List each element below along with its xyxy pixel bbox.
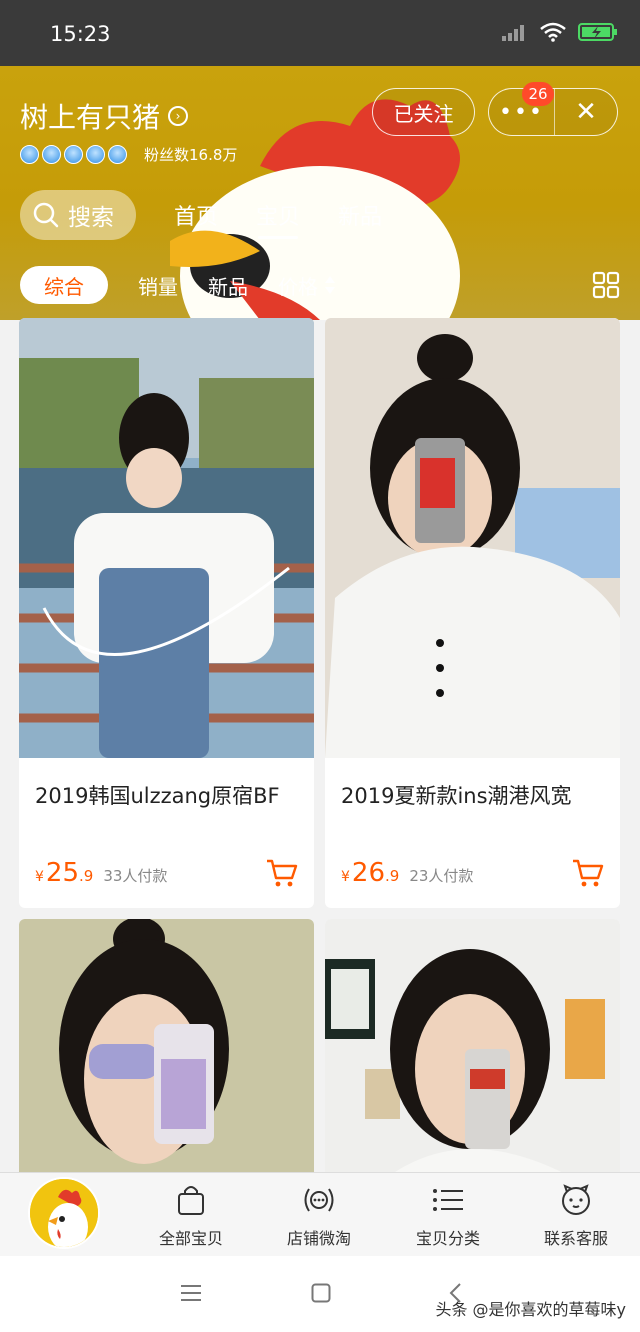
shop-tabbar: 全部宝贝 店铺微淘 宝贝分类 联系客服: [0, 1172, 640, 1256]
price-integer: 25: [45, 858, 80, 888]
tab-all-products[interactable]: 全部宝贝: [131, 1183, 251, 1249]
crown-icon: [20, 145, 39, 164]
sort-price[interactable]: 价格: [278, 271, 336, 300]
cart-icon[interactable]: [266, 858, 298, 888]
status-time: 15:23: [50, 22, 111, 46]
cart-icon[interactable]: [572, 858, 604, 888]
product-title[interactable]: 2019夏新款ins潮港风宽: [341, 780, 572, 810]
broadcast-icon: [304, 1188, 334, 1212]
bag-icon: [178, 1186, 204, 1215]
follow-button[interactable]: 已关注: [372, 88, 475, 136]
product-price: ¥ 25 .9 33人付款: [35, 858, 167, 888]
price-decimal: .9: [79, 867, 94, 885]
search-button[interactable]: 搜索: [20, 190, 136, 240]
close-button[interactable]: ✕: [555, 89, 617, 135]
tab-categories[interactable]: 宝贝分类: [388, 1183, 508, 1249]
sort-sales[interactable]: 销量: [138, 271, 178, 300]
fans-count: 粉丝数16.8万: [144, 146, 238, 164]
chevron-right-icon: ›: [168, 106, 189, 126]
watermark: 头条 @是你喜欢的草莓味y: [435, 1300, 626, 1319]
price-decimal: .9: [385, 867, 400, 885]
rooster-logo-icon: [30, 1179, 98, 1247]
notification-badge: 26: [522, 82, 554, 106]
search-icon: [33, 202, 59, 228]
tab-home[interactable]: 首页: [174, 199, 218, 231]
sort-default[interactable]: 综合: [20, 266, 108, 304]
tab-categories-label: 宝贝分类: [415, 1229, 480, 1248]
tab-shop-feed[interactable]: 店铺微淘: [259, 1183, 379, 1249]
status-bar: 15:23: [0, 0, 640, 66]
currency-symbol: ¥: [35, 869, 44, 885]
tab-all-products-label: 全部宝贝: [158, 1229, 223, 1248]
product-photo[interactable]: [325, 318, 620, 758]
product-title[interactable]: 2019韩国ulzzang原宿BF: [35, 780, 280, 810]
product-price: ¥ 26 .9 23人付款: [341, 858, 473, 888]
system-nav-bar: 头条 @是你喜欢的草莓味y: [0, 1256, 640, 1332]
product-photo[interactable]: [19, 919, 314, 1179]
shop-logo[interactable]: [28, 1177, 100, 1249]
home-icon[interactable]: [311, 1283, 331, 1303]
sort-price-label: 价格: [278, 274, 318, 299]
status-icons: [502, 22, 618, 42]
wifi-icon: [540, 22, 566, 42]
chat-face-icon: [562, 1184, 590, 1215]
grid-view-icon[interactable]: [592, 271, 620, 299]
sold-count: 23人付款: [409, 867, 474, 885]
crown-icon: [42, 145, 61, 164]
tab-shop-feed-label: 店铺微淘: [286, 1229, 351, 1248]
tab-customer-service-label: 联系客服: [543, 1229, 608, 1248]
shop-nav: 搜索 首页 宝贝 新品: [20, 190, 382, 240]
close-icon: ✕: [575, 97, 597, 127]
product-photo[interactable]: [19, 318, 314, 758]
sort-new[interactable]: 新品: [208, 271, 248, 300]
sold-count: 33人付款: [103, 867, 168, 885]
shop-rating: 粉丝数16.8万: [20, 144, 237, 165]
shop-name[interactable]: 树上有只猪 ›: [20, 96, 189, 136]
menu-icon[interactable]: [180, 1284, 202, 1302]
currency-symbol: ¥: [341, 869, 350, 885]
tab-products[interactable]: 宝贝: [256, 199, 300, 239]
crown-icon: [108, 145, 127, 164]
tab-new[interactable]: 新品: [338, 199, 382, 231]
product-card[interactable]: [325, 919, 620, 1179]
search-label: 搜索: [68, 205, 114, 231]
product-card[interactable]: 2019韩国ulzzang原宿BF ¥ 25 .9 33人付款: [19, 318, 314, 908]
crown-icon: [64, 145, 83, 164]
battery-icon: [578, 23, 617, 41]
tab-customer-service[interactable]: 联系客服: [516, 1183, 636, 1249]
shop-name-label: 树上有只猪: [20, 101, 161, 134]
product-card[interactable]: 2019夏新款ins潮港风宽 ¥ 26 .9 23人付款: [325, 318, 620, 908]
shop-header: 树上有只猪 › 粉丝数16.8万 已关注 ••• ✕ 26 搜索 首页 宝贝 新…: [0, 66, 640, 320]
sort-filters: 综合 销量 新品 价格: [20, 266, 336, 304]
price-integer: 26: [351, 858, 386, 888]
product-photo[interactable]: [325, 919, 620, 1179]
product-card[interactable]: [19, 919, 314, 1179]
sort-arrows-icon: [325, 276, 335, 294]
signal-icon: [502, 25, 524, 41]
list-icon: [433, 1189, 463, 1211]
crown-icon: [86, 145, 105, 164]
